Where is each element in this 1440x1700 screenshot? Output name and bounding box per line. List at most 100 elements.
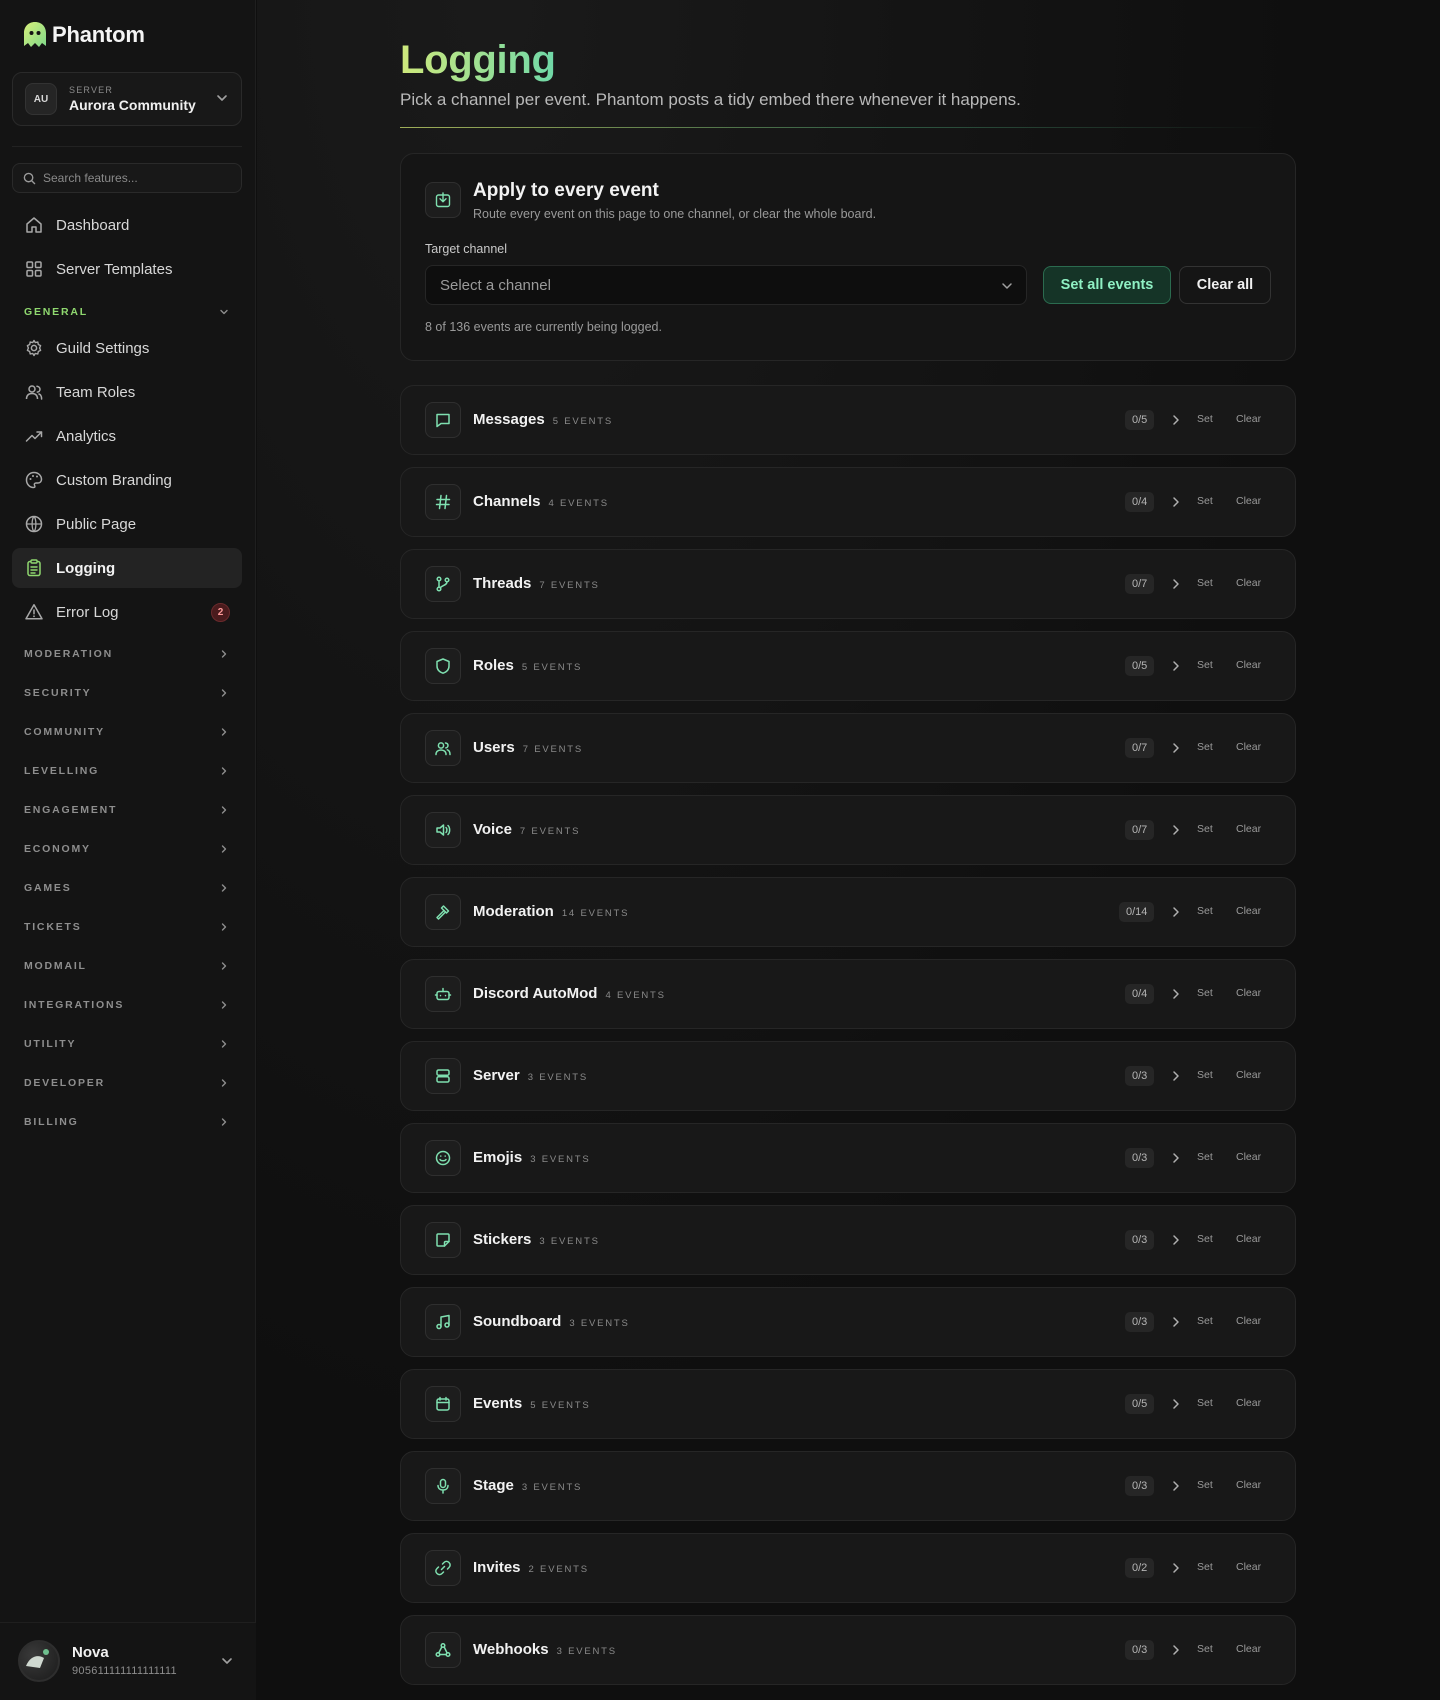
category-clear-button[interactable]: Clear: [1236, 1233, 1261, 1245]
channel-select[interactable]: Select a channel: [425, 265, 1027, 305]
section-developer[interactable]: DEVELOPER: [24, 1074, 230, 1092]
section-utility[interactable]: UTILITY: [24, 1035, 230, 1053]
set-all-events-button[interactable]: Set all events: [1043, 266, 1171, 304]
category-set-button[interactable]: Set: [1197, 495, 1213, 507]
section-integrations[interactable]: INTEGRATIONS: [24, 996, 230, 1014]
category-row-voice[interactable]: Voice 7 EVENTS 0/7 Set Clear: [400, 795, 1296, 865]
section-community[interactable]: COMMUNITY: [24, 723, 230, 741]
warning-icon: [25, 604, 43, 620]
chevron-right-icon[interactable]: [1169, 823, 1183, 837]
chevron-right-icon[interactable]: [1169, 1151, 1183, 1165]
clear-all-button[interactable]: Clear all: [1179, 266, 1271, 304]
nav-analytics[interactable]: Analytics: [12, 416, 242, 456]
chevron-right-icon[interactable]: [1169, 987, 1183, 1001]
section-games[interactable]: GAMES: [24, 879, 230, 897]
search-box[interactable]: [12, 163, 242, 193]
chevron-right-icon[interactable]: [1169, 413, 1183, 427]
nav-team-roles[interactable]: Team Roles: [12, 372, 242, 412]
category-set-button[interactable]: Set: [1197, 1315, 1213, 1327]
category-row-server[interactable]: Server 3 EVENTS 0/3 Set Clear: [400, 1041, 1296, 1111]
category-set-button[interactable]: Set: [1197, 1561, 1213, 1573]
section-security[interactable]: SECURITY: [24, 684, 230, 702]
category-clear-button[interactable]: Clear: [1236, 659, 1261, 671]
hammer-icon: [436, 905, 450, 920]
category-clear-button[interactable]: Clear: [1236, 413, 1261, 425]
category-set-button[interactable]: Set: [1197, 741, 1213, 753]
nav-public-page[interactable]: Public Page: [12, 504, 242, 544]
category-row-users[interactable]: Users 7 EVENTS 0/7 Set Clear: [400, 713, 1296, 783]
category-set-button[interactable]: Set: [1197, 413, 1213, 425]
chevron-right-icon[interactable]: [1169, 1233, 1183, 1247]
chevron-right-icon[interactable]: [1169, 1479, 1183, 1493]
category-set-button[interactable]: Set: [1197, 659, 1213, 671]
chevron-right-icon[interactable]: [1169, 1315, 1183, 1329]
user-bar[interactable]: Nova 905611111111111111: [0, 1622, 256, 1700]
category-clear-button[interactable]: Clear: [1236, 577, 1261, 589]
category-clear-button[interactable]: Clear: [1236, 987, 1261, 999]
chevron-right-icon[interactable]: [1169, 1397, 1183, 1411]
category-progress-pill: 0/2: [1125, 1558, 1155, 1578]
category-row-events[interactable]: Events 5 EVENTS 0/5 Set Clear: [400, 1369, 1296, 1439]
category-row-stage[interactable]: Stage 3 EVENTS 0/3 Set Clear: [400, 1451, 1296, 1521]
category-clear-button[interactable]: Clear: [1236, 1151, 1261, 1163]
category-icon-box: [425, 1222, 461, 1258]
category-set-button[interactable]: Set: [1197, 1151, 1213, 1163]
category-clear-button[interactable]: Clear: [1236, 1397, 1261, 1409]
chevron-right-icon[interactable]: [1169, 1643, 1183, 1657]
category-row-moderation[interactable]: Moderation 14 EVENTS 0/14 Set Clear: [400, 877, 1296, 947]
chevron-right-icon[interactable]: [1169, 659, 1183, 673]
category-set-button[interactable]: Set: [1197, 1233, 1213, 1245]
section-engagement[interactable]: ENGAGEMENT: [24, 801, 230, 819]
section-modmail[interactable]: MODMAIL: [24, 957, 230, 975]
category-row-discord-automod[interactable]: Discord AutoMod 4 EVENTS 0/4 Set Clear: [400, 959, 1296, 1029]
category-set-button[interactable]: Set: [1197, 577, 1213, 589]
category-set-button[interactable]: Set: [1197, 1397, 1213, 1409]
category-clear-button[interactable]: Clear: [1236, 741, 1261, 753]
server-switcher[interactable]: AU SERVER Aurora Community: [12, 72, 242, 126]
category-set-button[interactable]: Set: [1197, 987, 1213, 999]
chevron-right-icon[interactable]: [1169, 495, 1183, 509]
nav-dashboard[interactable]: Dashboard: [12, 205, 242, 245]
chevron-right-icon[interactable]: [1169, 905, 1183, 919]
section-economy[interactable]: ECONOMY: [24, 840, 230, 858]
chevron-right-icon[interactable]: [1169, 577, 1183, 591]
category-clear-button[interactable]: Clear: [1236, 1315, 1261, 1327]
chevron-right-icon[interactable]: [1169, 741, 1183, 755]
category-row-webhooks[interactable]: Webhooks 3 EVENTS 0/3 Set Clear: [400, 1615, 1296, 1685]
category-clear-button[interactable]: Clear: [1236, 1479, 1261, 1491]
category-clear-button[interactable]: Clear: [1236, 1643, 1261, 1655]
section-billing[interactable]: BILLING: [24, 1113, 230, 1131]
brand[interactable]: Phantom: [22, 20, 145, 50]
nav-server-templates[interactable]: Server Templates: [12, 249, 242, 289]
category-set-button[interactable]: Set: [1197, 1643, 1213, 1655]
category-set-button[interactable]: Set: [1197, 823, 1213, 835]
category-row-invites[interactable]: Invites 2 EVENTS 0/2 Set Clear: [400, 1533, 1296, 1603]
nav-guild-settings[interactable]: Guild Settings: [12, 328, 242, 368]
category-set-button[interactable]: Set: [1197, 1479, 1213, 1491]
category-row-messages[interactable]: Messages 5 EVENTS 0/5 Set Clear: [400, 385, 1296, 455]
category-row-stickers[interactable]: Stickers 3 EVENTS 0/3 Set Clear: [400, 1205, 1296, 1275]
category-row-channels[interactable]: Channels 4 EVENTS 0/4 Set Clear: [400, 467, 1296, 537]
category-clear-button[interactable]: Clear: [1236, 823, 1261, 835]
nav-logging[interactable]: Logging: [12, 548, 242, 588]
category-set-button[interactable]: Set: [1197, 905, 1213, 917]
category-clear-button[interactable]: Clear: [1236, 905, 1261, 917]
category-set-button[interactable]: Set: [1197, 1069, 1213, 1081]
nav-error-log[interactable]: Error Log 2: [12, 592, 242, 632]
search-input[interactable]: [43, 171, 223, 185]
section-levelling[interactable]: LEVELLING: [24, 762, 230, 780]
category-clear-button[interactable]: Clear: [1236, 1069, 1261, 1081]
section-tickets[interactable]: TICKETS: [24, 918, 230, 936]
category-row-threads[interactable]: Threads 7 EVENTS 0/7 Set Clear: [400, 549, 1296, 619]
category-event-count: 7 EVENTS: [519, 826, 581, 837]
category-row-roles[interactable]: Roles 5 EVENTS 0/5 Set Clear: [400, 631, 1296, 701]
chevron-right-icon[interactable]: [1169, 1561, 1183, 1575]
chevron-right-icon[interactable]: [1169, 1069, 1183, 1083]
category-row-emojis[interactable]: Emojis 3 EVENTS 0/3 Set Clear: [400, 1123, 1296, 1193]
category-row-soundboard[interactable]: Soundboard 3 EVENTS 0/3 Set Clear: [400, 1287, 1296, 1357]
section-general[interactable]: GENERAL: [24, 303, 230, 321]
category-clear-button[interactable]: Clear: [1236, 1561, 1261, 1573]
section-moderation[interactable]: MODERATION: [24, 645, 230, 663]
nav-custom-branding[interactable]: Custom Branding: [12, 460, 242, 500]
category-clear-button[interactable]: Clear: [1236, 495, 1261, 507]
